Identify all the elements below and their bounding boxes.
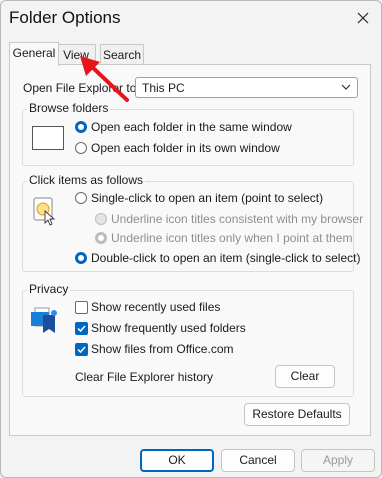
- clear-history-label: Clear File Explorer history: [75, 370, 214, 384]
- clear-history-button[interactable]: Clear: [275, 365, 335, 388]
- open-explorer-value: This PC: [142, 81, 185, 95]
- window-title: Folder Options: [9, 8, 121, 27]
- same-window-label[interactable]: Open each folder in the same window: [91, 120, 292, 134]
- tab-search[interactable]: Search: [100, 44, 144, 65]
- radio-underline-point[interactable]: [95, 232, 107, 244]
- open-explorer-label: Open File Explorer to:: [23, 81, 140, 95]
- underline-point-label[interactable]: Underline icon titles only when I point …: [111, 231, 352, 245]
- checkbox-recent-files[interactable]: [75, 301, 88, 314]
- browse-folders-title: Browse folders: [27, 101, 111, 115]
- radio-single-click[interactable]: [75, 192, 87, 204]
- checkmark-icon: [77, 346, 86, 354]
- browse-folders-group: Browse folders Open each folder in the s…: [22, 101, 354, 166]
- tab-general[interactable]: General: [9, 42, 59, 66]
- click-items-title: Click items as follows: [27, 173, 146, 187]
- office-files-label[interactable]: Show files from Office.com: [91, 342, 234, 356]
- radio-same-window[interactable]: [75, 121, 87, 133]
- open-explorer-select[interactable]: This PC: [135, 77, 358, 98]
- folder-options-dialog: Folder Options General View Search Open …: [0, 0, 382, 478]
- radio-underline-browser[interactable]: [95, 213, 107, 225]
- window-preview-icon: [32, 126, 64, 150]
- chevron-down-icon: [341, 84, 351, 90]
- close-icon[interactable]: [352, 7, 374, 29]
- single-click-label[interactable]: Single-click to open an item (point to s…: [91, 191, 323, 205]
- radio-own-window[interactable]: [75, 142, 87, 154]
- underline-browser-label[interactable]: Underline icon titles consistent with my…: [111, 212, 363, 226]
- cancel-button[interactable]: Cancel: [221, 449, 295, 472]
- checkmark-icon: [77, 325, 86, 333]
- privacy-group: Privacy Show recently used files Show fr…: [22, 282, 354, 397]
- checkbox-frequent-folders[interactable]: [75, 322, 88, 335]
- click-items-group: Click items as follows Single-click to o…: [22, 173, 363, 272]
- ok-button[interactable]: OK: [140, 449, 214, 472]
- double-click-label[interactable]: Double-click to open an item (single-cli…: [91, 251, 360, 265]
- own-window-label[interactable]: Open each folder in its own window: [91, 141, 280, 155]
- privacy-icon: [31, 303, 61, 335]
- recent-files-label[interactable]: Show recently used files: [91, 300, 220, 314]
- radio-double-click[interactable]: [75, 252, 87, 264]
- tab-view[interactable]: View: [56, 44, 96, 65]
- restore-defaults-button[interactable]: Restore Defaults: [244, 403, 350, 426]
- apply-button[interactable]: Apply: [301, 449, 375, 472]
- frequent-folders-label[interactable]: Show frequently used folders: [91, 321, 246, 335]
- privacy-title: Privacy: [27, 282, 71, 296]
- general-tab-panel: Open File Explorer to: This PC Browse fo…: [9, 64, 371, 436]
- checkbox-office-files[interactable]: [75, 343, 88, 356]
- click-pointer-icon: [31, 196, 57, 226]
